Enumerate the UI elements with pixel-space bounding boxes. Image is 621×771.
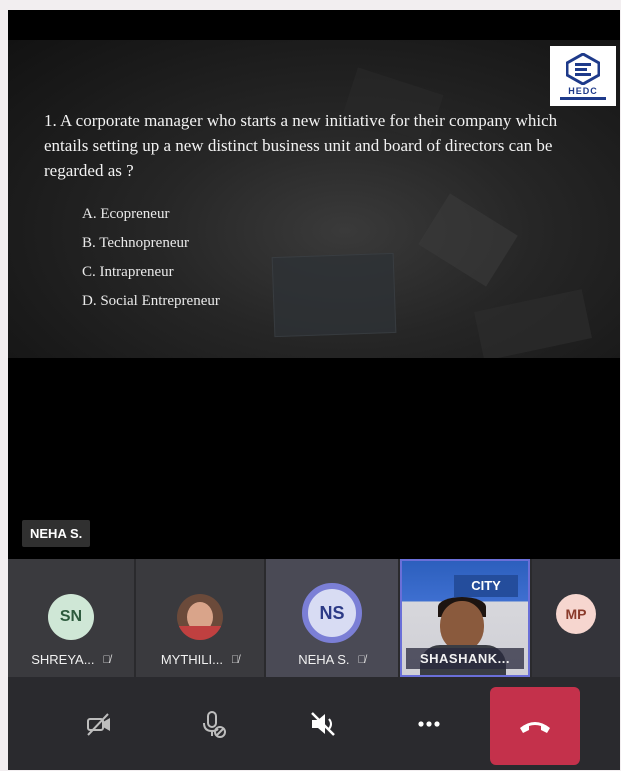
slide-background-paper: [474, 289, 592, 358]
participant-name: SHREYA...: [31, 652, 95, 667]
more-icon: [418, 721, 440, 727]
option-c: C. Intrapreneur: [82, 264, 174, 280]
participant-name: MYTHILI...: [160, 652, 223, 667]
speaker-toggle-button[interactable]: [298, 699, 348, 749]
mic-off-icon: 🎙̸: [102, 653, 111, 666]
more-options-button[interactable]: [404, 699, 454, 749]
mic-off-icon: 🎙̸: [230, 653, 240, 666]
presenter-name-tag: NEHA S.: [22, 520, 91, 547]
hedc-logo-icon: [566, 52, 600, 85]
mic-toggle-button[interactable]: [188, 699, 238, 749]
camera-toggle-button[interactable]: [74, 699, 124, 749]
hedc-logo: HEDC: [550, 46, 616, 106]
end-call-button[interactable]: [490, 687, 580, 765]
quiz-question: 1. A corporate manager who starts a new …: [44, 111, 558, 180]
mic-off-icon: [203, 711, 226, 738]
answer-options: A. Ecopreneur B. Technopreneur C. Intrap…: [82, 200, 220, 316]
slide-background-laptop: [271, 252, 397, 338]
avatar: NS: [302, 583, 362, 643]
call-controls: [8, 677, 620, 770]
option-d: D. Social Entrepreneur: [82, 293, 220, 309]
speaker-off-icon: [311, 712, 335, 736]
video-background-sign: CITY: [454, 575, 518, 597]
logo-underline: [560, 96, 606, 100]
mic-off-icon: 🎙̸: [357, 653, 366, 666]
participant-tile[interactable]: MYTHILI... 🎙̸: [136, 559, 264, 677]
participant-tile[interactable]: SN SHREYA... 🎙̸: [8, 559, 134, 677]
participant-name: SHASHANK...: [419, 651, 510, 666]
avatar: [177, 594, 223, 640]
end-call-icon: [520, 722, 550, 733]
shared-slide: HEDC 1. A corporate manager who starts a…: [8, 40, 620, 358]
option-b: B. Technopreneur: [82, 235, 189, 251]
video-person-head: [440, 601, 484, 651]
participant-strip: SN SHREYA... 🎙̸ MYTHILI... 🎙̸ NS NEHA S.…: [8, 559, 620, 677]
participant-name: NEHA S.: [298, 652, 350, 667]
camera-off-icon: [87, 713, 110, 736]
participant-tile-video[interactable]: CITY SHASHANK...: [400, 559, 530, 677]
meeting-window: HEDC 1. A corporate manager who starts a…: [8, 10, 620, 770]
avatar: SN: [48, 594, 94, 640]
option-a: A. Ecopreneur: [82, 206, 170, 222]
avatar: MP: [556, 594, 596, 634]
slide-background-paper: [418, 193, 518, 287]
participant-tile[interactable]: MP: [532, 559, 620, 677]
participant-tile-active[interactable]: NS NEHA S. 🎙̸: [266, 559, 398, 677]
avatar-photo-body: [179, 626, 221, 640]
logo-text: HEDC: [568, 85, 598, 96]
